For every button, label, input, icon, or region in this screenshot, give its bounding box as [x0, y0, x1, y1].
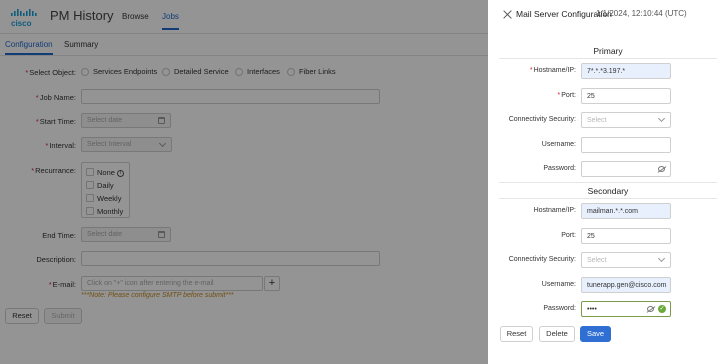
chevron-down-icon [657, 254, 666, 263]
secondary-port-input[interactable]: 25 [581, 228, 671, 244]
primary-hostname-label: *Hostname/IP: [529, 67, 576, 74]
drawer-title: Mail Server Configuration [516, 9, 612, 19]
primary-divider [499, 58, 717, 59]
eye-off-icon[interactable] [658, 166, 665, 172]
primary-username-input[interactable] [581, 137, 671, 153]
secondary-divider-top [499, 182, 717, 183]
secondary-password-label: Password: [543, 305, 576, 312]
modal-overlay[interactable] [0, 0, 488, 364]
close-icon[interactable] [503, 10, 512, 19]
drawer-delete-button[interactable]: Delete [539, 326, 575, 342]
secondary-heading: Secondary [587, 186, 629, 196]
primary-password-input[interactable] [581, 161, 671, 177]
secondary-security-select[interactable]: Select [581, 252, 671, 268]
secondary-password-input[interactable]: •••• ✓ [581, 301, 671, 317]
drawer-save-button[interactable]: Save [580, 326, 611, 342]
primary-security-label: Connectivity Security: [508, 116, 576, 123]
primary-security-select[interactable]: Select [581, 112, 671, 128]
primary-password-label: Password: [543, 165, 576, 172]
secondary-username-input[interactable]: tunerapp.gen@cisco.com [581, 277, 671, 293]
secondary-security-label: Connectivity Security: [508, 256, 576, 263]
secondary-username-label: Username: [541, 281, 576, 288]
primary-username-label: Username: [541, 141, 576, 148]
primary-heading: Primary [593, 46, 623, 56]
secondary-hostname-label: Hostname/IP: [533, 207, 576, 214]
secondary-hostname-input[interactable]: mailman.*.*.com [581, 203, 671, 219]
drawer-reset-button[interactable]: Reset [500, 326, 533, 342]
eye-off-icon[interactable] [647, 306, 654, 312]
primary-port-input[interactable]: 25 [581, 88, 671, 104]
primary-hostname-input[interactable]: 7*.*.*3.197.* [581, 63, 671, 79]
primary-port-label: *Port: [557, 92, 576, 99]
secondary-divider [499, 198, 717, 199]
chevron-down-icon [657, 114, 666, 123]
check-circle-icon: ✓ [658, 305, 666, 313]
secondary-port-label: Port: [561, 232, 576, 239]
